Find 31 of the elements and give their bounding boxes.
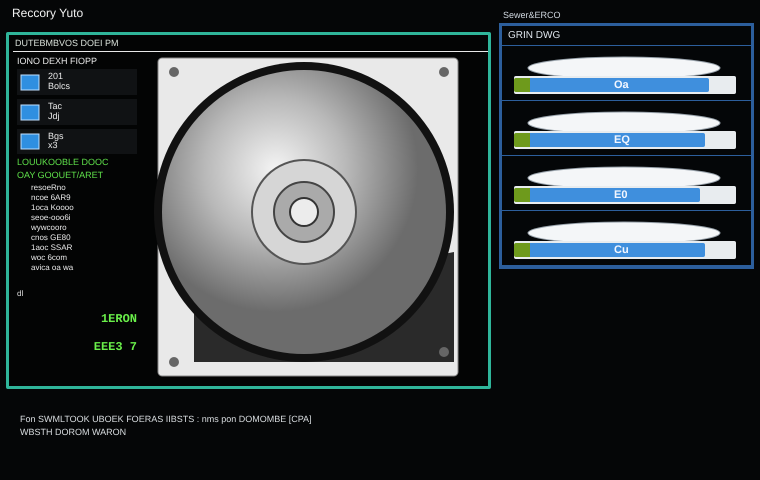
drive-label: Cu [614, 244, 629, 256]
sector-row-text: resoeRno [31, 183, 67, 192]
panel-header: DUTEBMBVOS DOEI PM [14, 37, 120, 50]
readout-label: dl [17, 289, 24, 298]
sector-row-text: seoe-ooo6i [31, 213, 72, 222]
status-text: Fon SWMLTOOK UBOEK FOERAS IIBSTS : nms pon DOMOMBE [CPA] [20, 414, 313, 424]
file-item[interactable]: Tac Jdj [17, 98, 137, 125]
scan-status-title: LOUUKOOBLE DOOC [17, 157, 110, 168]
sector-row-text: woc 6com [31, 253, 68, 262]
list-heading: IONO DEXH FIOPP [17, 56, 98, 66]
drive-label: EQ [614, 134, 630, 146]
sector-row-text: 1oca Koooo [31, 203, 75, 212]
drive-label: E0 [614, 189, 628, 201]
status-text: WBSTH DOROM WARON [20, 427, 128, 437]
drives-panel-title: GRIN DWG [502, 26, 751, 46]
file-item[interactable]: Bgs x3 [17, 128, 137, 154]
folder-icon [20, 72, 40, 91]
sector-row-text: wywcooro [31, 223, 68, 232]
scan-status-subtitle: OAY GOOUET/ARET [17, 170, 104, 180]
sector-row-text: 1aoc SSAR [31, 243, 74, 252]
sector-row-text: avica oa wa [31, 263, 74, 272]
sector-row-text: cnos GE80 [31, 233, 72, 242]
folder-icon [20, 132, 40, 150]
sector-row-text: ncoe 6AR9 [31, 193, 72, 202]
window-title: Reccory Yuto [12, 6, 84, 20]
readout-value: 1ERON [100, 312, 137, 326]
readout-value: EEE3 7 [92, 340, 137, 354]
file-item[interactable]: 201 Bolcs [17, 69, 137, 95]
folder-icon [20, 102, 40, 121]
drive-label: Oa [614, 79, 629, 91]
panel-caption: Sewer&ERCO [503, 10, 562, 20]
